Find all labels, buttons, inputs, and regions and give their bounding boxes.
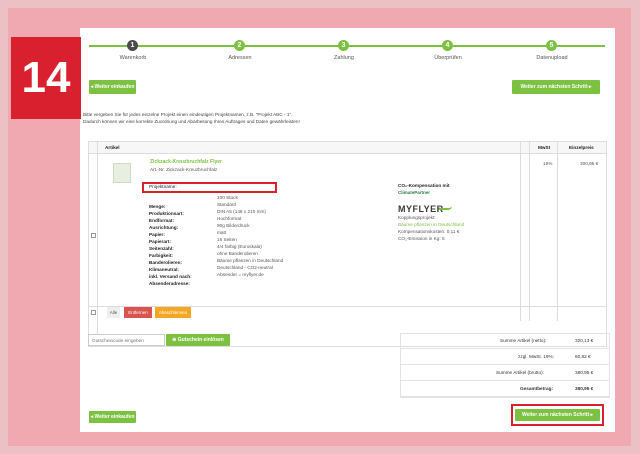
- spec-value: Deutschland - CO2-neutral: [217, 265, 273, 270]
- step-label-3: Zahlung: [334, 55, 354, 61]
- step-dot-1[interactable]: 1: [127, 40, 138, 51]
- checkout-card: 1 2 3 4 5 Warenkorb Adressen Zahlung Übe…: [80, 28, 615, 432]
- select-all-button[interactable]: Alle: [107, 307, 120, 318]
- step-dot-5[interactable]: 5: [546, 40, 557, 51]
- table-divider: [97, 141, 98, 347]
- spec-value: 4/4 farbig (Euroskala): [217, 244, 262, 249]
- co2-emission: CO₂-Emission in Kg: 5: [398, 236, 445, 241]
- continue-shopping-button-bottom[interactable]: ◂ Weiter einkaufen: [89, 411, 136, 423]
- summary-row: Summe Artikel (netto): 320,13 €: [400, 333, 610, 349]
- remove-button[interactable]: Entfernen: [124, 307, 152, 318]
- summary-total-value: 380,95 €: [575, 386, 594, 391]
- column-header-vat: MwSt: [538, 145, 551, 150]
- summary-value: 380,95 €: [575, 370, 594, 375]
- summary-label: Summe Artikel (netto):: [500, 338, 547, 343]
- step-badge: 14: [11, 37, 81, 119]
- continue-shopping-button-top[interactable]: ◂ Weiter einkaufen: [89, 80, 136, 94]
- product-price: 300,95 €: [580, 161, 599, 166]
- summary-total-row: Gesamtbetrag: 380,95 €: [400, 381, 610, 397]
- column-header-article: Artikel: [105, 145, 120, 150]
- spec-value: ohne Banderolieren: [217, 251, 258, 256]
- summary-value: 320,13 €: [575, 338, 594, 343]
- step-label-5: Datenupload: [536, 55, 568, 61]
- product-vat: 19%: [543, 161, 553, 166]
- spec-value: Absender = myflyer.de: [217, 272, 264, 277]
- table-divider: [557, 141, 558, 321]
- co2-project: Bäume pflanzen in Deutschland: [398, 222, 465, 227]
- product-thumbnail: [113, 163, 131, 183]
- spec-value: Hochformat: [217, 216, 242, 221]
- summary-total-label: Gesamtbetrag:: [520, 386, 554, 391]
- spec-value: Standard: [217, 202, 237, 207]
- step-dot-2[interactable]: 2: [234, 40, 245, 51]
- redeem-voucher-button[interactable]: ⊕ Gutschein einlösen: [166, 334, 230, 346]
- step-dot-3[interactable]: 3: [338, 40, 349, 51]
- park-button[interactable]: Absschlennen: [155, 307, 191, 318]
- step-label-1: Warenkorb: [119, 55, 147, 61]
- step-label-4: Überprüfen: [434, 55, 462, 61]
- summary-row: Summe Artikel (brutto): 380,95 €: [400, 365, 610, 381]
- article-number: Art.-Nr. Zickzack-Kreuzbruchfalz: [150, 167, 218, 172]
- climatepartner-logo: ClimatePartner: [398, 190, 431, 195]
- voucher-input[interactable]: [88, 334, 165, 346]
- spec-value: Bäume pflanzen in Deutschland: [217, 258, 284, 263]
- co2-project-label: Kopplungsprojekt:: [398, 215, 436, 220]
- step-dot-4[interactable]: 4: [442, 40, 453, 51]
- product-name[interactable]: Zickzack-Kreuzbruchfalz Flyer: [150, 159, 222, 165]
- instruction-line-1: Bitte vergeben Sie für jedes einzelne Pr…: [83, 112, 293, 117]
- table-divider: [529, 141, 530, 321]
- next-step-button-top[interactable]: Weiter zum nächsten Schritt ▸: [512, 80, 600, 94]
- spec-list: Menge: 100 Stück Produktionsart: Standard …: [149, 195, 283, 286]
- spec-value: 90g Bilderdruck: [217, 223, 250, 228]
- column-header-unit-price: Einzelpreis: [569, 145, 594, 150]
- spec-label: Absenderadresse:: [149, 281, 190, 286]
- step-label-2: Adressen: [228, 55, 252, 61]
- summary-value: 60,82 €: [575, 354, 591, 359]
- instruction-line-2: Dadurch können wir eine korrekte Zuordnu…: [83, 119, 300, 124]
- myflyer-logo: MYFLYER: [398, 204, 444, 214]
- co2-title: CO₂-Kompensation mit: [398, 183, 450, 188]
- summary-row: zzgl. MwSt. 19%: 60,82 €: [400, 349, 610, 365]
- leaf-icon: [438, 206, 452, 210]
- summary-label: Summe Artikel (brutto):: [496, 370, 544, 375]
- spec-value: 16 Seiten: [217, 237, 237, 242]
- spec-value: DIN A5 (148 x 210 mm): [217, 209, 266, 214]
- row-checkbox[interactable]: [91, 233, 96, 238]
- next-step-button-bottom[interactable]: Weiter zum nächsten Schritt ▸: [515, 409, 600, 421]
- spec-value: matt: [217, 230, 227, 235]
- project-name-label: Projektname:: [149, 184, 177, 189]
- spec-value: 100 Stück: [217, 195, 238, 200]
- co2-cost: Kompensationskosten: 0,11 €: [398, 229, 460, 234]
- summary-label: zzgl. MwSt. 19%:: [518, 354, 554, 359]
- select-all-checkbox[interactable]: [91, 310, 96, 315]
- table-divider: [520, 141, 521, 321]
- project-name-input[interactable]: [215, 185, 271, 191]
